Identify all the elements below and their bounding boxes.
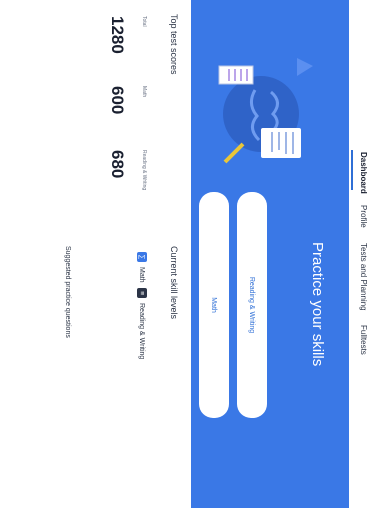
active-tab-indicator xyxy=(351,150,353,190)
skill-label: Math xyxy=(138,267,146,283)
brain-illustration xyxy=(218,58,313,164)
score-total: Total 1280 xyxy=(107,16,147,96)
nav-dashboard[interactable]: Dashboard xyxy=(359,152,368,194)
score-label: Reading & Writing xyxy=(141,150,147,191)
score-rw: Reading & Writing 680 xyxy=(107,150,147,230)
top-nav: Dashboard Profile Tests and Planning Ful… xyxy=(348,0,377,508)
page: Dashboard Profile Tests and Planning Ful… xyxy=(0,0,377,508)
score-value: 680 xyxy=(108,150,127,179)
scores-panel: Top test scores Total 1280 Math 600 Read… xyxy=(0,0,191,508)
book-icon: ≡ xyxy=(137,288,147,298)
practice-rw-label: Reading & Writing xyxy=(248,276,256,334)
hero-banner: Practice your skills Reading & Writing M… xyxy=(191,0,349,508)
scoresheet-card xyxy=(218,65,254,85)
hero-text: Practice your skills xyxy=(303,242,329,382)
practice-math-label: Math xyxy=(210,297,218,313)
calculator-icon: ∑ xyxy=(137,252,147,262)
nav-tests-and-planning[interactable]: Tests and Planning xyxy=(359,243,368,311)
skills-title: Current skill levels xyxy=(169,246,179,320)
practice-rw-button[interactable]: Reading & Writing xyxy=(237,192,267,418)
pencil-icon xyxy=(223,142,245,164)
notes-card xyxy=(261,128,301,158)
suggested-questions-title: Suggested practice questions xyxy=(64,246,71,338)
skill-rw[interactable]: ≡ Reading & Writing xyxy=(137,288,147,359)
scores-title: Top test scores xyxy=(169,14,179,75)
score-label: Total xyxy=(141,16,147,27)
skill-math[interactable]: ∑ Math xyxy=(137,252,147,283)
triangle-shape xyxy=(297,58,313,76)
nav-profile[interactable]: Profile xyxy=(359,205,368,228)
nav-fulltests[interactable]: Fulltests xyxy=(359,325,368,355)
skill-label: Reading & Writing xyxy=(138,303,146,360)
score-value: 1280 xyxy=(108,16,127,54)
practice-math-button[interactable]: Math xyxy=(199,192,229,418)
hero-title: Practice your skills xyxy=(309,242,326,367)
